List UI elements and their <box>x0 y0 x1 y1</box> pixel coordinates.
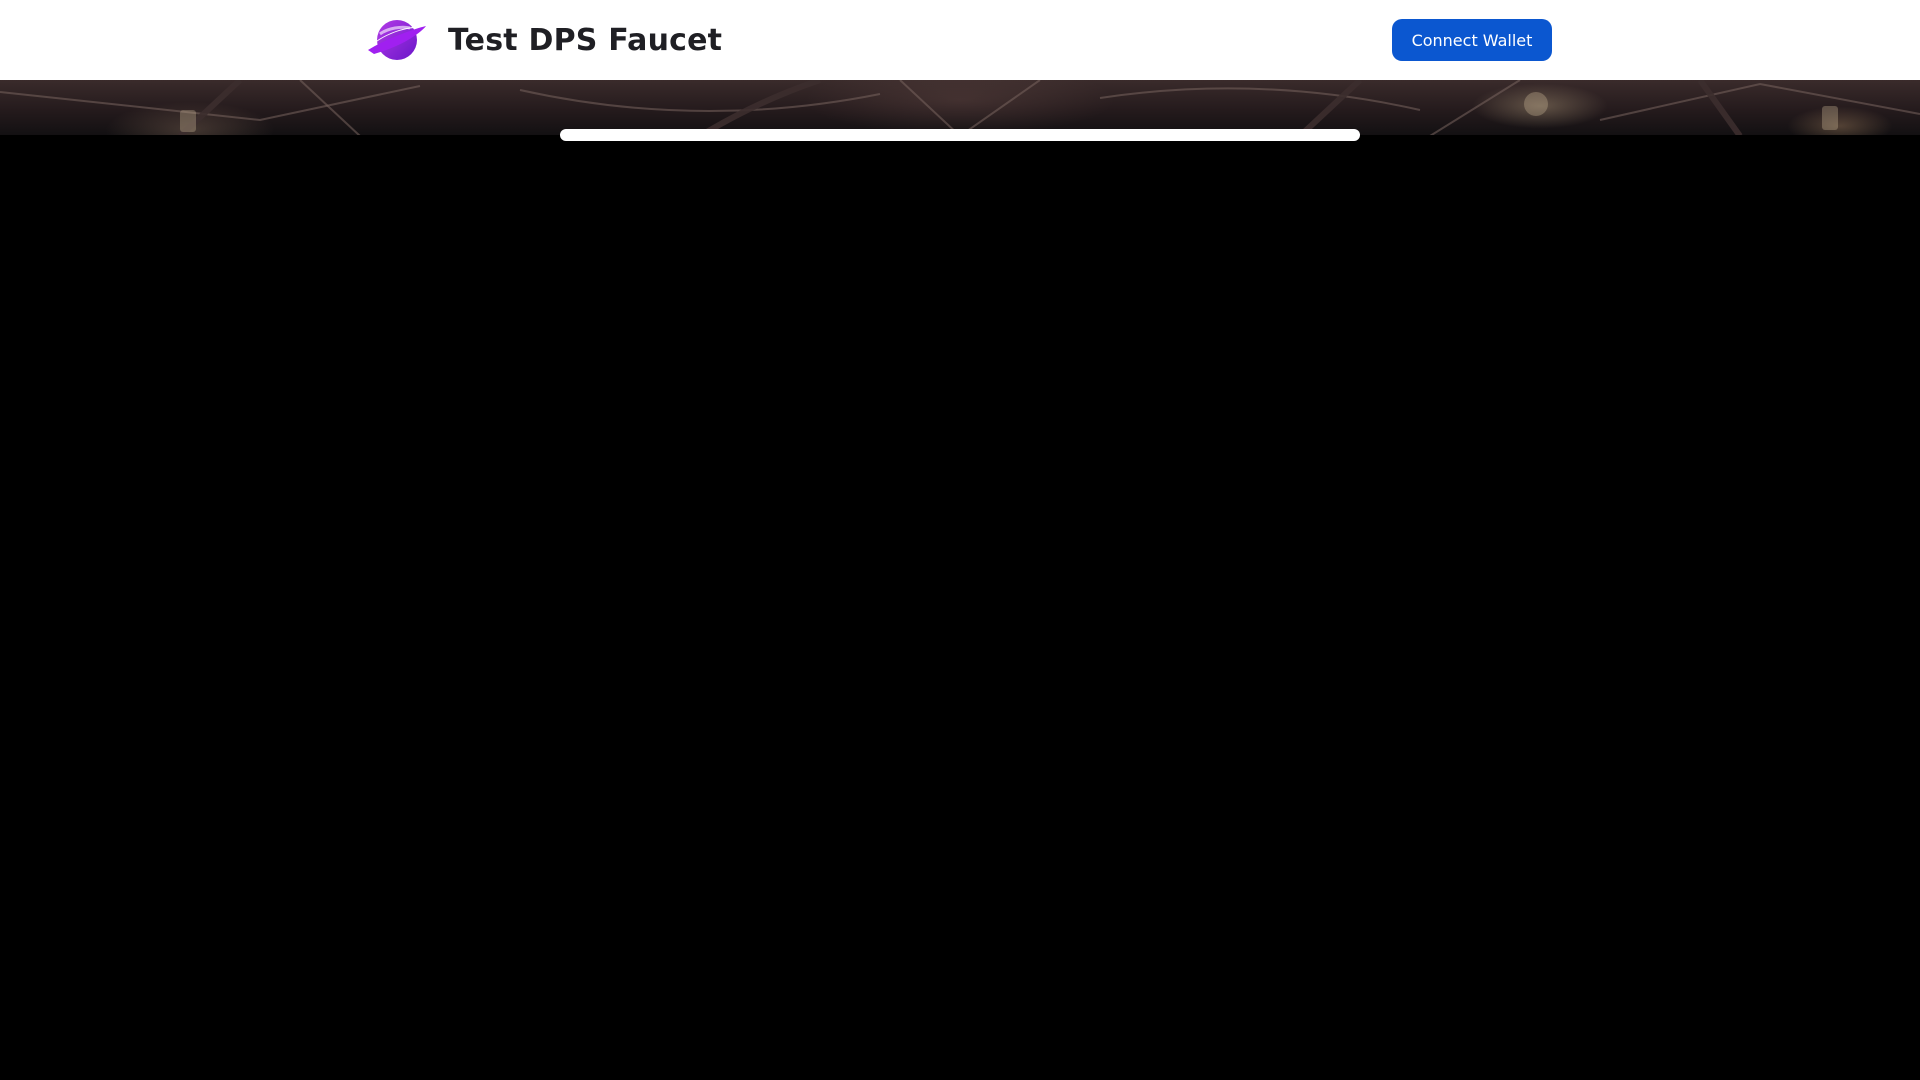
connect-wallet-button[interactable]: Connect Wallet <box>1392 19 1552 61</box>
main-content-area <box>0 135 1920 1080</box>
planet-logo-icon <box>368 20 426 60</box>
hero-background-art <box>0 80 1920 136</box>
faucet-card <box>560 129 1360 141</box>
site-title: Test DPS Faucet <box>448 22 723 58</box>
top-nav-bar: Test DPS Faucet Connect Wallet <box>0 0 1920 80</box>
hero-background-image <box>0 80 1920 136</box>
brand[interactable]: Test DPS Faucet <box>366 14 722 66</box>
